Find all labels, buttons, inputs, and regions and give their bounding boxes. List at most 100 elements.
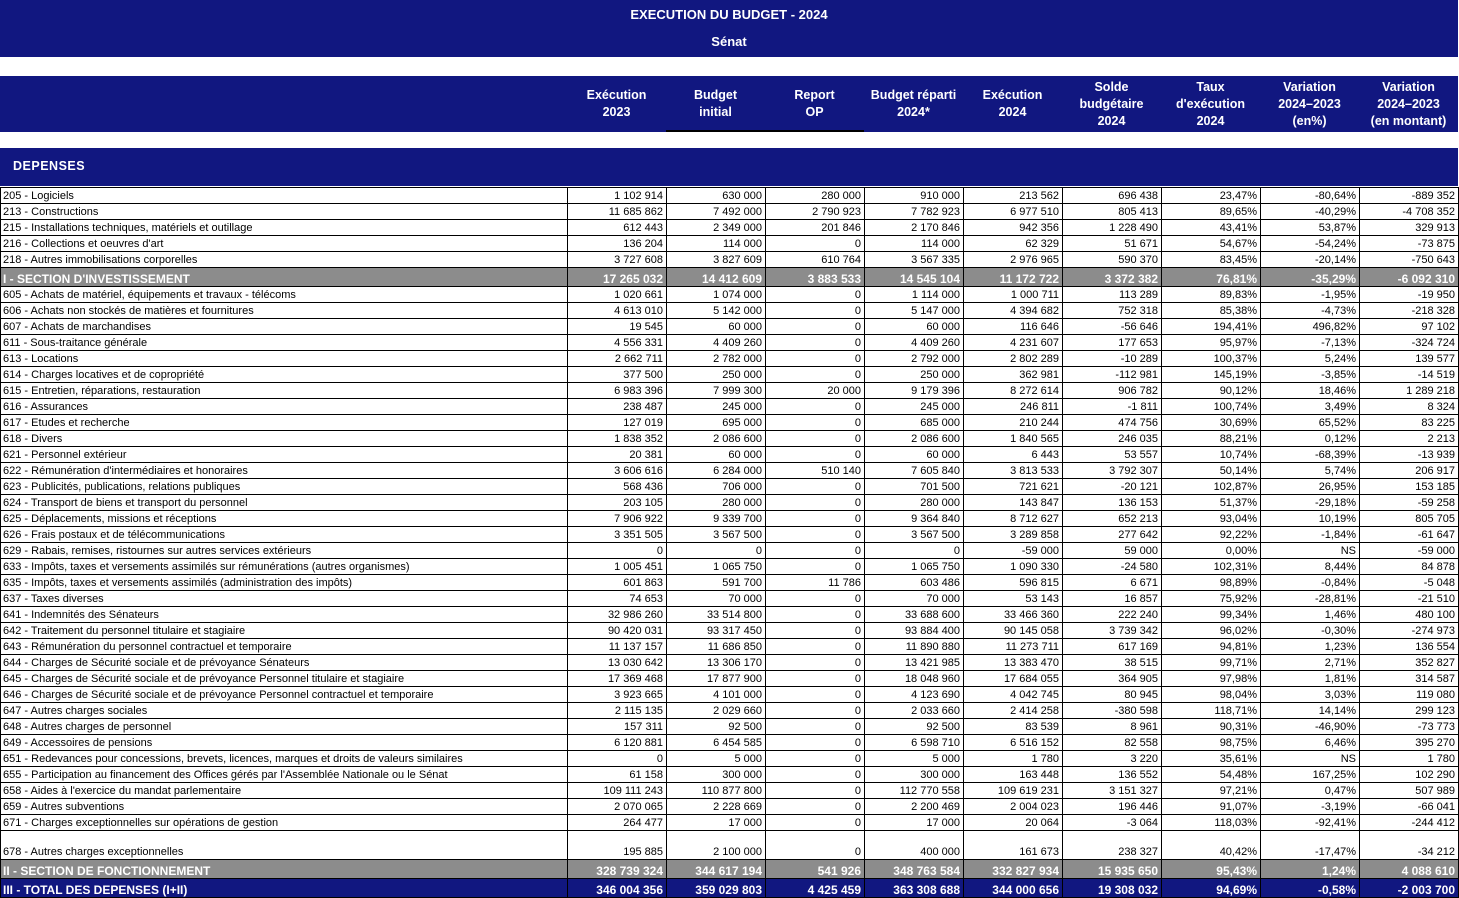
value-cell: 18,46% (1260, 382, 1360, 399)
value-cell: 0 (765, 702, 865, 719)
value-cell: 474 756 (1062, 414, 1162, 431)
value-cell: 2 086 600 (864, 430, 964, 447)
value-cell: 33 688 600 (864, 606, 964, 623)
value-cell: 60 000 (666, 318, 766, 335)
value-cell: 20 064 (963, 814, 1063, 831)
table-row: 625 - Déplacements, missions et réceptio… (0, 510, 1459, 527)
row-label: 621 - Personnel extérieur (0, 446, 568, 463)
value-cell: 4 394 682 (963, 302, 1063, 319)
value-cell: 2 349 000 (666, 219, 766, 236)
value-cell: 20 000 (765, 382, 865, 399)
value-cell: 3 923 665 (567, 686, 667, 703)
value-cell: 11 686 850 (666, 638, 766, 655)
value-cell: 612 443 (567, 219, 667, 236)
value-cell: 696 438 (1062, 187, 1162, 204)
value-cell: 10,74% (1161, 446, 1261, 463)
value-cell: 250 000 (666, 366, 766, 383)
value-cell: 2 100 000 (666, 830, 766, 860)
value-cell: 5 000 (666, 750, 766, 767)
value-cell: 5 147 000 (864, 302, 964, 319)
value-cell: 0 (765, 446, 865, 463)
value-cell: -244 412 (1359, 814, 1459, 831)
value-cell: 4 088 610 (1359, 859, 1459, 879)
value-cell: 332 827 934 (963, 859, 1063, 879)
value-cell: -73 773 (1359, 718, 1459, 735)
value-cell: 2 662 711 (567, 350, 667, 367)
value-cell: 2 170 846 (864, 219, 964, 236)
value-cell: 364 905 (1062, 670, 1162, 687)
value-cell: 0 (765, 494, 865, 511)
value-cell: 652 213 (1062, 510, 1162, 527)
value-cell: 83,45% (1161, 251, 1261, 268)
value-cell: 82 558 (1062, 734, 1162, 751)
header-underline (666, 130, 864, 132)
value-cell: 685 000 (864, 414, 964, 431)
value-cell: 139 577 (1359, 350, 1459, 367)
table-row: 655 - Participation au financement des O… (0, 766, 1459, 783)
value-cell: 0 (765, 235, 865, 252)
value-cell: 3 220 (1062, 750, 1162, 767)
row-label: 635 - Impôts, taxes et versements assimi… (0, 574, 568, 591)
value-cell: 568 436 (567, 478, 667, 495)
value-cell: 201 846 (765, 219, 865, 236)
row-label: 216 - Collections et oeuvres d'art (0, 235, 568, 252)
value-cell: 3 739 342 (1062, 622, 1162, 639)
column-header: Variation 2024–2023 (en%) (1278, 79, 1341, 128)
value-cell: 93,04% (1161, 510, 1261, 527)
value-cell: 496,82% (1260, 318, 1360, 335)
table-row: 659 - Autres subventions 2 070 065 2 228 6… (0, 798, 1459, 815)
table-row: 641 - Indemnités des Sénateurs 32 986 260… (0, 606, 1459, 623)
value-cell: 60 000 (864, 318, 964, 335)
value-cell: -59 000 (963, 542, 1063, 559)
column-header: Solde budgétaire 2024 (1079, 79, 1144, 128)
table-row: 616 - Assurances 238 487 245 000 0 245 000 24… (0, 398, 1459, 415)
section-subtotal-row: II - SECTION DE FONCTIONNEMENT 328 739 32… (0, 859, 1459, 879)
value-cell: 60 000 (864, 446, 964, 463)
value-cell: 4 042 745 (963, 686, 1063, 703)
value-cell: 3 567 335 (864, 251, 964, 268)
value-cell: 102 290 (1359, 766, 1459, 783)
row-label: 613 - Locations (0, 350, 568, 367)
value-cell: 4 409 260 (864, 334, 964, 351)
table-row: 658 - Aides à l'exercice du mandat parle… (0, 782, 1459, 799)
value-cell: 206 917 (1359, 462, 1459, 479)
row-label: 647 - Autres charges sociales (0, 702, 568, 719)
value-cell: -7,13% (1260, 334, 1360, 351)
value-cell: 5,74% (1260, 462, 1360, 479)
value-cell: 1 090 330 (963, 558, 1063, 575)
value-cell: 8,44% (1260, 558, 1360, 575)
value-cell: 17 000 (666, 814, 766, 831)
value-cell: 13 421 985 (864, 654, 964, 671)
table-row: 617 - Etudes et recherche 127 019 695 000 0… (0, 414, 1459, 431)
value-cell: 210 244 (963, 414, 1063, 431)
value-cell: 54,67% (1161, 235, 1261, 252)
value-cell: 85,38% (1161, 302, 1261, 319)
value-cell: 1 780 (963, 750, 1063, 767)
value-cell: 90 420 031 (567, 622, 667, 639)
value-cell: 6 443 (963, 446, 1063, 463)
table-row: 624 - Transport de biens et transport du… (0, 494, 1459, 511)
value-cell: 11 273 711 (963, 638, 1063, 655)
row-label: 618 - Divers (0, 430, 568, 447)
value-cell: 1 289 218 (1359, 382, 1459, 399)
value-cell: -13 939 (1359, 446, 1459, 463)
row-label: 646 - Charges de Sécurité sociale et de … (0, 686, 568, 703)
value-cell: 328 739 324 (567, 859, 667, 879)
value-cell: 0 (765, 830, 865, 860)
value-cell: 4 231 607 (963, 334, 1063, 351)
value-cell: 0 (765, 286, 865, 303)
value-cell: 314 587 (1359, 670, 1459, 687)
value-cell: 695 000 (666, 414, 766, 431)
value-cell: 6 671 (1062, 574, 1162, 591)
row-label: 644 - Charges de Sécurité sociale et de … (0, 654, 568, 671)
table-row: 205 - Logiciels 1 102 914 630 000 280 000 91… (0, 187, 1459, 204)
value-cell: -68,39% (1260, 446, 1360, 463)
value-cell: 2 976 965 (963, 251, 1063, 268)
value-cell: 102,87% (1161, 478, 1261, 495)
row-label: 626 - Frais postaux et de télécommunicat… (0, 526, 568, 543)
column-header: Budget réparti 2024* (870, 88, 957, 119)
value-cell: 1 114 000 (864, 286, 964, 303)
value-cell: -3,85% (1260, 366, 1360, 383)
value-cell: 0 (765, 606, 865, 623)
value-cell: 26,95% (1260, 478, 1360, 495)
